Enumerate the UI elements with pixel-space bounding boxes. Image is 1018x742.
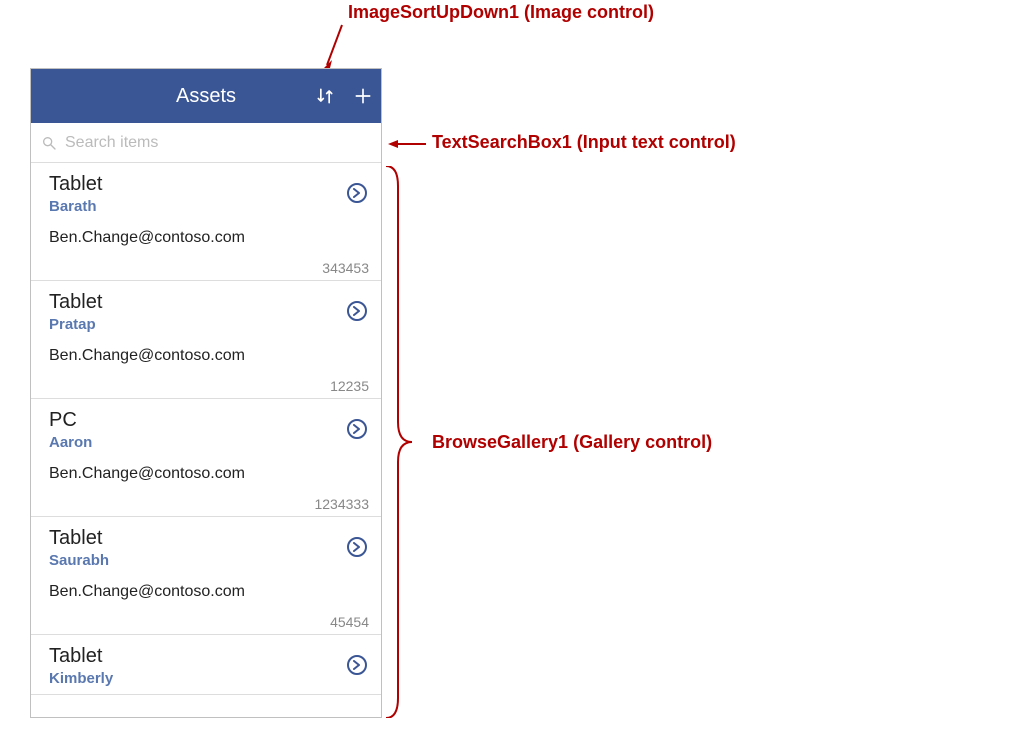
item-title: PC xyxy=(49,409,367,432)
item-email: Ben.Change@contoso.com xyxy=(49,229,367,247)
sort-icon[interactable] xyxy=(315,86,335,106)
item-id: 45454 xyxy=(330,614,369,630)
item-title: Tablet xyxy=(49,645,367,668)
item-open-icon[interactable] xyxy=(347,419,367,439)
annotation-brace-gallery xyxy=(384,166,414,718)
list-item[interactable]: Tablet Saurabh Ben.Change@contoso.com 45… xyxy=(31,517,381,635)
browse-gallery: Tablet Barath Ben.Change@contoso.com 343… xyxy=(31,163,381,695)
annotation-search: TextSearchBox1 (Input text control) xyxy=(432,132,736,153)
search-box[interactable] xyxy=(31,123,381,163)
list-item[interactable]: Tablet Kimberly xyxy=(31,635,381,695)
item-title: Tablet xyxy=(49,173,367,196)
item-title: Tablet xyxy=(49,527,367,550)
item-name: Barath xyxy=(49,198,367,215)
list-item[interactable]: Tablet Barath Ben.Change@contoso.com 343… xyxy=(31,163,381,281)
item-open-icon[interactable] xyxy=(347,183,367,203)
item-email: Ben.Change@contoso.com xyxy=(49,347,367,365)
app-panel: Assets Tablet Barath Ben.Change@contoso.… xyxy=(30,68,382,718)
list-item[interactable]: Tablet Pratap Ben.Change@contoso.com 122… xyxy=(31,281,381,399)
item-open-icon[interactable] xyxy=(347,655,367,675)
header: Assets xyxy=(31,69,381,123)
item-name: Aaron xyxy=(49,434,367,451)
annotation-sort: ImageSortUpDown1 (Image control) xyxy=(348,2,654,23)
header-actions xyxy=(315,86,373,106)
item-open-icon[interactable] xyxy=(347,301,367,321)
item-id: 343453 xyxy=(322,260,369,276)
search-icon xyxy=(41,135,57,151)
page-title: Assets xyxy=(176,85,236,108)
item-email: Ben.Change@contoso.com xyxy=(49,583,367,601)
annotation-arrow-sort xyxy=(322,20,352,70)
item-open-icon[interactable] xyxy=(347,537,367,557)
add-icon[interactable] xyxy=(353,86,373,106)
item-name: Kimberly xyxy=(49,670,367,687)
item-email: Ben.Change@contoso.com xyxy=(49,465,367,483)
search-input[interactable] xyxy=(65,134,371,152)
list-item[interactable]: PC Aaron Ben.Change@contoso.com 1234333 xyxy=(31,399,381,517)
item-name: Pratap xyxy=(49,316,367,333)
item-name: Saurabh xyxy=(49,552,367,569)
item-id: 12235 xyxy=(330,378,369,394)
annotation-arrow-search xyxy=(388,136,428,152)
item-title: Tablet xyxy=(49,291,367,314)
item-id: 1234333 xyxy=(314,496,369,512)
annotation-gallery: BrowseGallery1 (Gallery control) xyxy=(432,432,712,453)
